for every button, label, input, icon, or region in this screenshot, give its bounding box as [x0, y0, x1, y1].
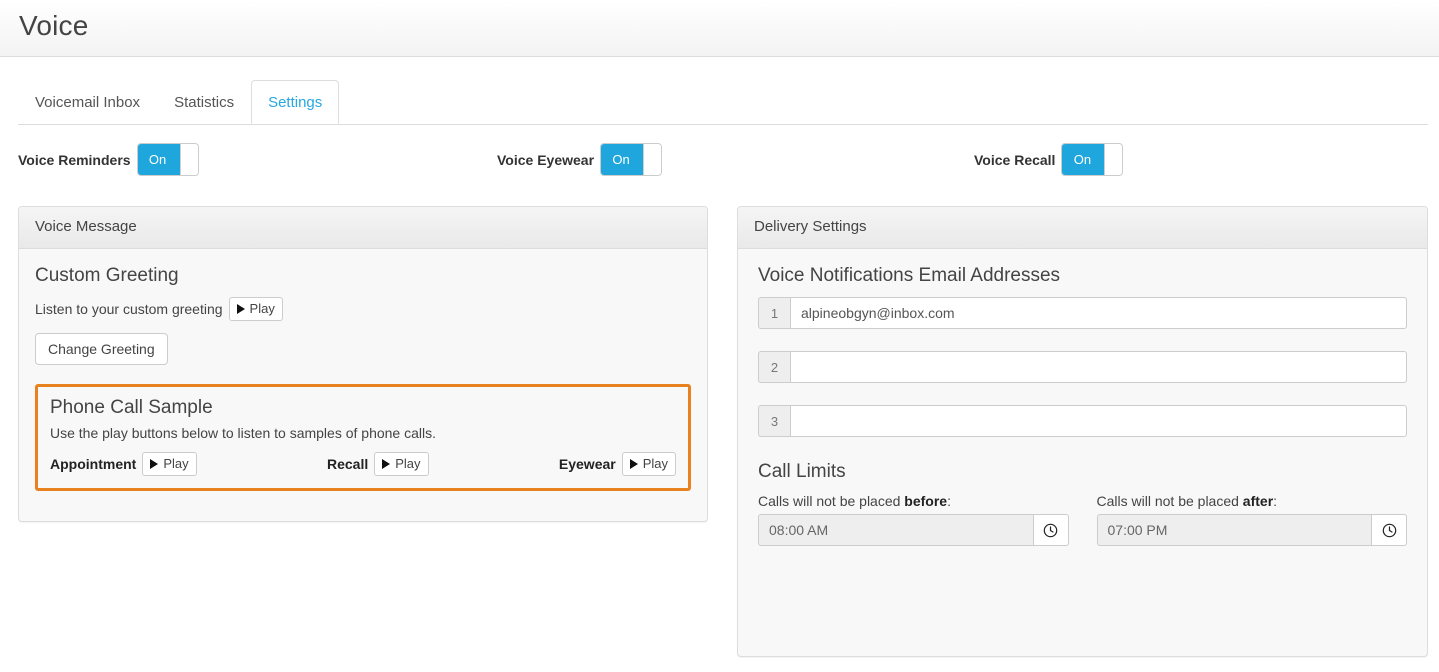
sample-recall: Recall Play: [327, 452, 429, 476]
clock-icon: [1043, 523, 1058, 537]
time-input-after[interactable]: [1096, 514, 1371, 546]
toggle-knob-voice-eyewear: [643, 144, 662, 175]
email-addresses-title: Voice Notifications Email Addresses: [758, 265, 1061, 286]
call-limit-after-label: Calls will not be placed after:: [1097, 493, 1408, 509]
call-limit-after-label-suffix: :: [1273, 493, 1278, 509]
toggle-group-voice-eyewear: Voice Eyewear On: [497, 143, 663, 176]
call-limit-before-label-prefix: Calls will not be placed: [758, 493, 905, 509]
voice-message-panel-title: Voice Message: [19, 207, 707, 249]
play-recall-button[interactable]: Play: [374, 452, 429, 476]
toggle-knob-voice-reminders: [179, 144, 198, 175]
email-index-3: 3: [758, 405, 790, 437]
call-limit-after: Calls will not be placed after:: [1096, 493, 1408, 546]
phone-call-sample-section: Phone Call Sample Use the play buttons b…: [35, 384, 691, 491]
time-input-before[interactable]: [758, 514, 1033, 546]
call-limit-before-label-bold: before: [904, 493, 948, 509]
email-row: 3: [758, 405, 1407, 437]
email-row: 1: [758, 297, 1407, 329]
sample-appointment-label: Appointment: [50, 456, 137, 472]
toggle-label-voice-recall: Voice Recall: [974, 151, 1056, 168]
play-appointment-button[interactable]: Play: [142, 452, 197, 476]
toggle-knob-voice-recall: [1104, 144, 1123, 175]
sample-recall-label: Recall: [326, 456, 369, 472]
toggle-label-voice-reminders: Voice Reminders: [18, 151, 131, 168]
call-limit-before-label: Calls will not be placed before:: [758, 493, 1069, 509]
toggle-state-voice-reminders: On: [137, 144, 182, 175]
call-limits-title: Call Limits: [758, 461, 846, 482]
toggle-switch-voice-eyewear[interactable]: On: [600, 143, 663, 176]
call-limit-after-input-group: [1096, 514, 1407, 546]
email-input-3[interactable]: [790, 405, 1407, 437]
toggle-group-voice-recall: Voice Recall On: [974, 143, 1124, 176]
delivery-settings-panel: Delivery Settings Voice Notifications Em…: [737, 206, 1428, 657]
toggle-state-voice-recall: On: [1062, 144, 1107, 175]
phone-call-sample-title: Phone Call Sample: [50, 397, 213, 418]
voice-message-panel-body: Custom Greeting Listen to your custom gr…: [19, 249, 707, 507]
delivery-settings-panel-title: Delivery Settings: [738, 207, 1427, 249]
play-eyewear-button[interactable]: Play: [621, 452, 677, 476]
sample-appointment: Appointment Play: [50, 452, 197, 476]
play-icon: [236, 304, 245, 314]
call-limits-row: Calls will not be placed before: 08:00 A…: [758, 493, 1407, 546]
play-appointment-label: Play: [163, 456, 189, 471]
call-limit-before: Calls will not be placed before:: [758, 493, 1069, 546]
custom-greeting-listen-row: Listen to your custom greeting Play: [35, 297, 691, 321]
phone-call-sample-hint: Use the play buttons below to listen to …: [50, 425, 436, 441]
email-index-1: 1: [758, 297, 790, 329]
sample-eyewear-label: Eyewear: [558, 456, 616, 472]
play-recall-label: Play: [395, 456, 421, 471]
email-input-2[interactable]: [790, 351, 1407, 383]
call-limit-before-label-suffix: :: [947, 493, 951, 509]
change-greeting-button[interactable]: Change Greeting: [35, 333, 168, 365]
play-icon: [382, 459, 391, 469]
call-limit-after-label-prefix: Calls will not be placed: [1096, 493, 1243, 509]
voice-message-panel: Voice Message Custom Greeting Listen to …: [18, 206, 708, 522]
clock-icon: [1382, 523, 1396, 537]
tab-statistics[interactable]: Statistics: [157, 80, 251, 124]
feature-toggle-row: Voice Reminders On Voice Eyewear On Voic…: [0, 143, 1439, 179]
tab-bar: Voicemail Inbox Statistics Settings: [18, 80, 1428, 125]
toggle-group-voice-reminders: Voice Reminders On: [18, 143, 199, 176]
phone-call-sample-row: Appointment Play Recall Play Eyewear Pla…: [50, 452, 677, 476]
toggle-switch-voice-recall[interactable]: On: [1061, 143, 1124, 176]
play-icon: [150, 459, 159, 469]
page-header: Voice: [0, 0, 1439, 57]
toggle-state-voice-eyewear: On: [601, 144, 646, 175]
clock-picker-button-before[interactable]: [1032, 514, 1069, 546]
email-row: 2: [758, 351, 1407, 383]
play-eyewear-label: Play: [642, 456, 669, 471]
toggle-switch-voice-reminders[interactable]: On: [136, 143, 199, 176]
tab-voicemail-inbox[interactable]: Voicemail Inbox: [18, 80, 157, 124]
custom-greeting-listen-text: Listen to your custom greeting: [35, 301, 223, 317]
sample-eyewear: Eyewear Play: [558, 452, 677, 476]
play-custom-greeting-label: Play: [249, 301, 275, 316]
email-index-2: 2: [758, 351, 790, 383]
email-input-1[interactable]: [790, 297, 1407, 329]
call-limit-before-input-group: [758, 514, 1069, 546]
toggle-label-voice-eyewear: Voice Eyewear: [497, 151, 595, 168]
tab-settings[interactable]: Settings: [251, 80, 340, 124]
call-limit-after-label-bold: after: [1242, 493, 1274, 509]
custom-greeting-title: Custom Greeting: [35, 265, 179, 286]
play-icon: [629, 459, 638, 469]
delivery-settings-panel-body: Voice Notifications Email Addresses 1 2 …: [738, 249, 1427, 562]
call-limits-section: Call Limits Calls will not be placed bef…: [758, 461, 1407, 546]
clock-picker-button-after[interactable]: [1371, 514, 1407, 546]
page-title: Voice: [19, 10, 89, 41]
play-custom-greeting-button[interactable]: Play: [228, 297, 283, 321]
